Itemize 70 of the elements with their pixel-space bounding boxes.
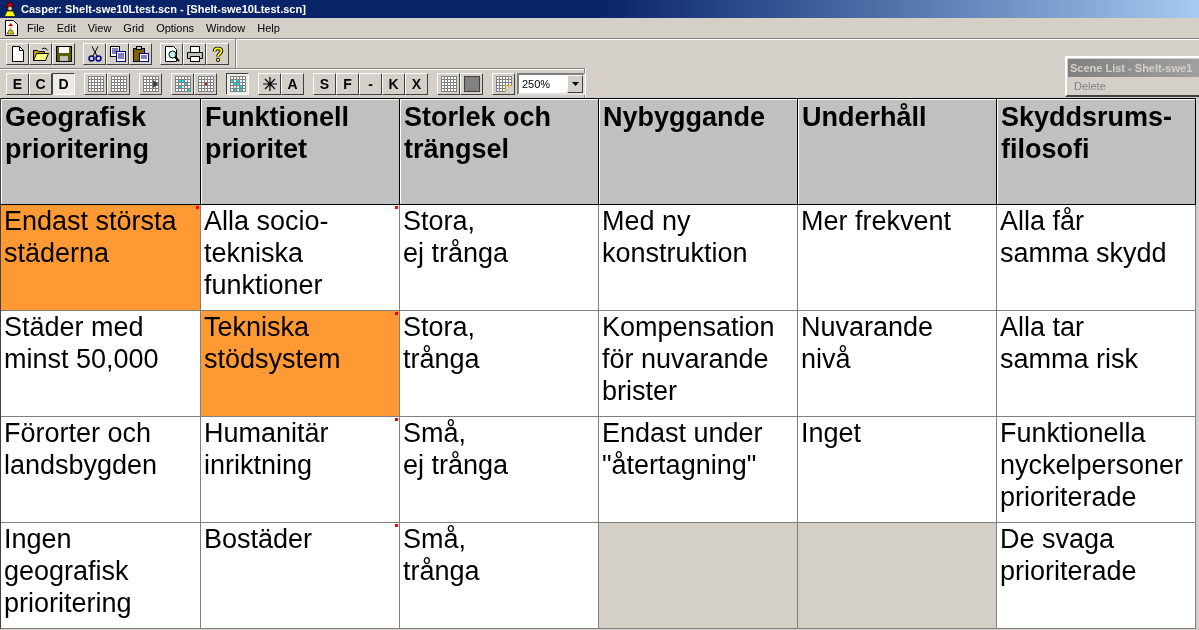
mode-button[interactable]: C bbox=[29, 72, 52, 95]
table-cell[interactable]: Mer frekvent bbox=[798, 205, 997, 311]
table-cell[interactable]: Endast största städerna bbox=[1, 205, 201, 311]
column-header: Underhåll bbox=[798, 98, 997, 205]
dropdown-button[interactable] bbox=[567, 74, 583, 93]
grid-icon bbox=[87, 75, 104, 92]
grid-corner-icon bbox=[495, 75, 512, 92]
grid-icon bbox=[440, 75, 457, 92]
clipboard-icon bbox=[132, 45, 149, 62]
mode-button[interactable]: K bbox=[382, 72, 405, 95]
menu-item[interactable]: File bbox=[21, 19, 51, 37]
print-preview-icon bbox=[163, 45, 180, 62]
window-title: Casper: Shelt-swe10Ltest.scn - [Shelt-swe10Ltest.scn] bbox=[21, 2, 306, 16]
toolbar-button[interactable] bbox=[226, 72, 249, 95]
square-icon bbox=[463, 75, 480, 92]
column-header: Funktionell prioritet bbox=[201, 98, 400, 205]
table-cell[interactable]: Små, ej trånga bbox=[400, 417, 599, 523]
table-cell[interactable]: Humanitär inriktning bbox=[201, 417, 400, 523]
save-icon bbox=[55, 45, 72, 62]
mode-button[interactable]: S bbox=[313, 72, 336, 95]
table-cell[interactable]: Tekniska stödsystem bbox=[201, 311, 400, 417]
figure-icon bbox=[2, 1, 18, 17]
table-cell[interactable]: Kompensation för nuvarande brister bbox=[599, 311, 798, 417]
table-cell[interactable]: Städer med minst 50,000 bbox=[1, 311, 201, 417]
mode-button[interactable]: X bbox=[405, 72, 428, 95]
folder-icon bbox=[32, 45, 49, 62]
highlighted-grid-icon bbox=[174, 75, 191, 92]
mode-button[interactable]: A bbox=[281, 72, 304, 95]
table-cell[interactable]: Alla tar samma risk bbox=[997, 311, 1196, 417]
menu-item[interactable]: Options bbox=[150, 19, 201, 37]
menu-item[interactable]: Edit bbox=[50, 19, 82, 37]
new-file-icon bbox=[9, 45, 26, 62]
menu-item[interactable]: Help bbox=[251, 19, 286, 37]
mode-button[interactable]: - bbox=[359, 72, 382, 95]
column-header: Storlek och trängsel bbox=[400, 98, 599, 205]
table-cell[interactable]: Förorter och landsbygden bbox=[1, 417, 201, 523]
document-icon[interactable] bbox=[5, 20, 18, 36]
printer-icon bbox=[186, 45, 203, 62]
column-header: Skyddsrums- filosofi bbox=[997, 98, 1196, 205]
column-header: Nybyggande bbox=[599, 98, 798, 205]
column-header: Geografisk prioritering bbox=[1, 98, 201, 205]
highlighted-grid-icon bbox=[229, 75, 246, 92]
table-cell[interactable]: Stora, ej trånga bbox=[400, 205, 599, 311]
scissors-icon bbox=[86, 45, 103, 62]
caret-icon bbox=[571, 81, 579, 86]
table-cell[interactable]: Alla socio- tekniska funktioner bbox=[201, 205, 400, 311]
menu-item[interactable]: View bbox=[81, 19, 118, 37]
table-cell[interactable]: Alla får samma skydd bbox=[997, 205, 1196, 311]
mode-button[interactable]: E bbox=[6, 72, 29, 95]
table-cell[interactable]: Med ny konstruktion bbox=[599, 205, 798, 311]
grid-dot-icon bbox=[197, 75, 214, 92]
table-cell[interactable]: Endast under "återtagning" bbox=[599, 417, 798, 523]
menu-item[interactable]: Window bbox=[200, 19, 252, 37]
zoom-select[interactable]: 250% bbox=[517, 72, 585, 95]
table-cell[interactable]: Små, trånga bbox=[400, 523, 599, 629]
grid-icon bbox=[110, 75, 127, 92]
menu-item[interactable]: Grid bbox=[117, 19, 151, 37]
table-cell[interactable]: Inget bbox=[798, 417, 997, 523]
table-cell[interactable]: De svaga prioriterade bbox=[997, 523, 1196, 629]
table-cell[interactable]: Bostäder bbox=[201, 523, 400, 629]
asterisk-icon bbox=[261, 75, 278, 92]
table-cell[interactable]: Ingen geografisk prioritering bbox=[1, 523, 201, 629]
mode-button[interactable]: F bbox=[336, 72, 359, 95]
grid-arrow-icon bbox=[142, 75, 159, 92]
palette-title-bar: Scene List - Shelt-swe1 bbox=[1068, 59, 1199, 77]
mode-button[interactable]: D bbox=[52, 72, 75, 95]
table-cell[interactable]: Nuvarande nivå bbox=[798, 311, 997, 417]
table-cell[interactable]: Funktionella nyckelpersoner prioriterade bbox=[997, 417, 1196, 523]
table-cell[interactable]: Stora, trånga bbox=[400, 311, 599, 417]
copy-icon bbox=[109, 45, 126, 62]
